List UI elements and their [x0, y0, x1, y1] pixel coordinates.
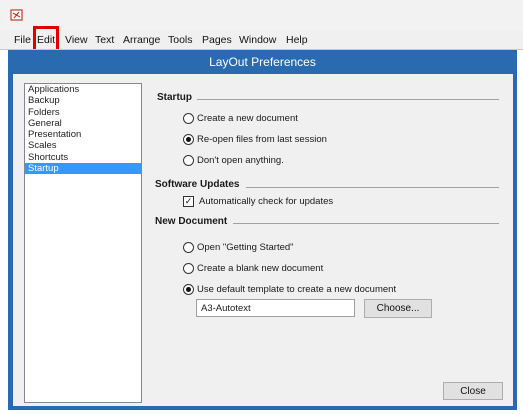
radio-dont-open[interactable]	[183, 155, 194, 166]
new-document-rule	[233, 223, 499, 224]
auto-update-label: Automatically check for updates	[199, 196, 334, 207]
radio-getting-started-label: Open "Getting Started"	[197, 242, 294, 253]
radio-blank-document[interactable]	[183, 263, 194, 274]
close-button[interactable]: Close	[443, 382, 503, 400]
radio-create-new[interactable]	[183, 113, 194, 124]
menu-text[interactable]: Text	[95, 30, 114, 50]
software-updates-heading: Software Updates	[155, 179, 240, 190]
software-updates-rule	[246, 187, 499, 188]
category-list[interactable]: Applications Backup Folders General Pres…	[24, 83, 142, 403]
category-general[interactable]: General	[25, 118, 141, 129]
category-folders[interactable]: Folders	[25, 107, 141, 118]
radio-default-template-label: Use default template to create a new doc…	[197, 284, 397, 295]
startup-rule	[197, 99, 499, 100]
radio-reopen-label: Re-open files from last session	[197, 134, 327, 145]
radio-default-template[interactable]	[183, 284, 194, 295]
category-presentation[interactable]: Presentation	[25, 129, 141, 140]
category-scales[interactable]: Scales	[25, 140, 141, 151]
menu-arrange[interactable]: Arrange	[123, 30, 160, 50]
menu-help[interactable]: Help	[286, 30, 308, 50]
category-startup[interactable]: Startup	[25, 163, 141, 175]
menu-edit[interactable]: Edit	[32, 26, 60, 54]
new-document-heading: New Document	[155, 216, 228, 227]
startup-heading: Startup	[157, 92, 192, 103]
layout-app-icon	[10, 9, 23, 21]
menu-view[interactable]: View	[65, 30, 88, 50]
radio-getting-started[interactable]	[183, 242, 194, 253]
preferences-dialog: LayOut Preferences Applications Backup F…	[8, 50, 517, 410]
radio-reopen[interactable]	[183, 134, 194, 145]
category-applications[interactable]: Applications	[25, 84, 141, 95]
dialog-title: LayOut Preferences	[209, 55, 316, 69]
title-bar	[0, 0, 523, 30]
radio-create-new-label: Create a new document	[197, 113, 298, 124]
menu-window[interactable]: Window	[239, 30, 276, 50]
menu-file[interactable]: File	[14, 30, 31, 50]
radio-blank-document-label: Create a blank new document	[197, 263, 324, 274]
choose-template-button[interactable]: Choose...	[364, 299, 432, 318]
template-name-field[interactable]: A3-Autotext	[196, 299, 355, 317]
menu-bar: File Edit View Text Arrange Tools Pages …	[0, 26, 523, 54]
menu-tools[interactable]: Tools	[168, 30, 193, 50]
category-backup[interactable]: Backup	[25, 95, 141, 106]
category-shortcuts[interactable]: Shortcuts	[25, 152, 141, 163]
auto-update-checkbox[interactable]: ✓	[183, 196, 194, 207]
radio-dont-open-label: Don't open anything.	[197, 155, 284, 166]
menu-pages[interactable]: Pages	[202, 30, 232, 50]
dialog-body: Applications Backup Folders General Pres…	[13, 74, 513, 406]
